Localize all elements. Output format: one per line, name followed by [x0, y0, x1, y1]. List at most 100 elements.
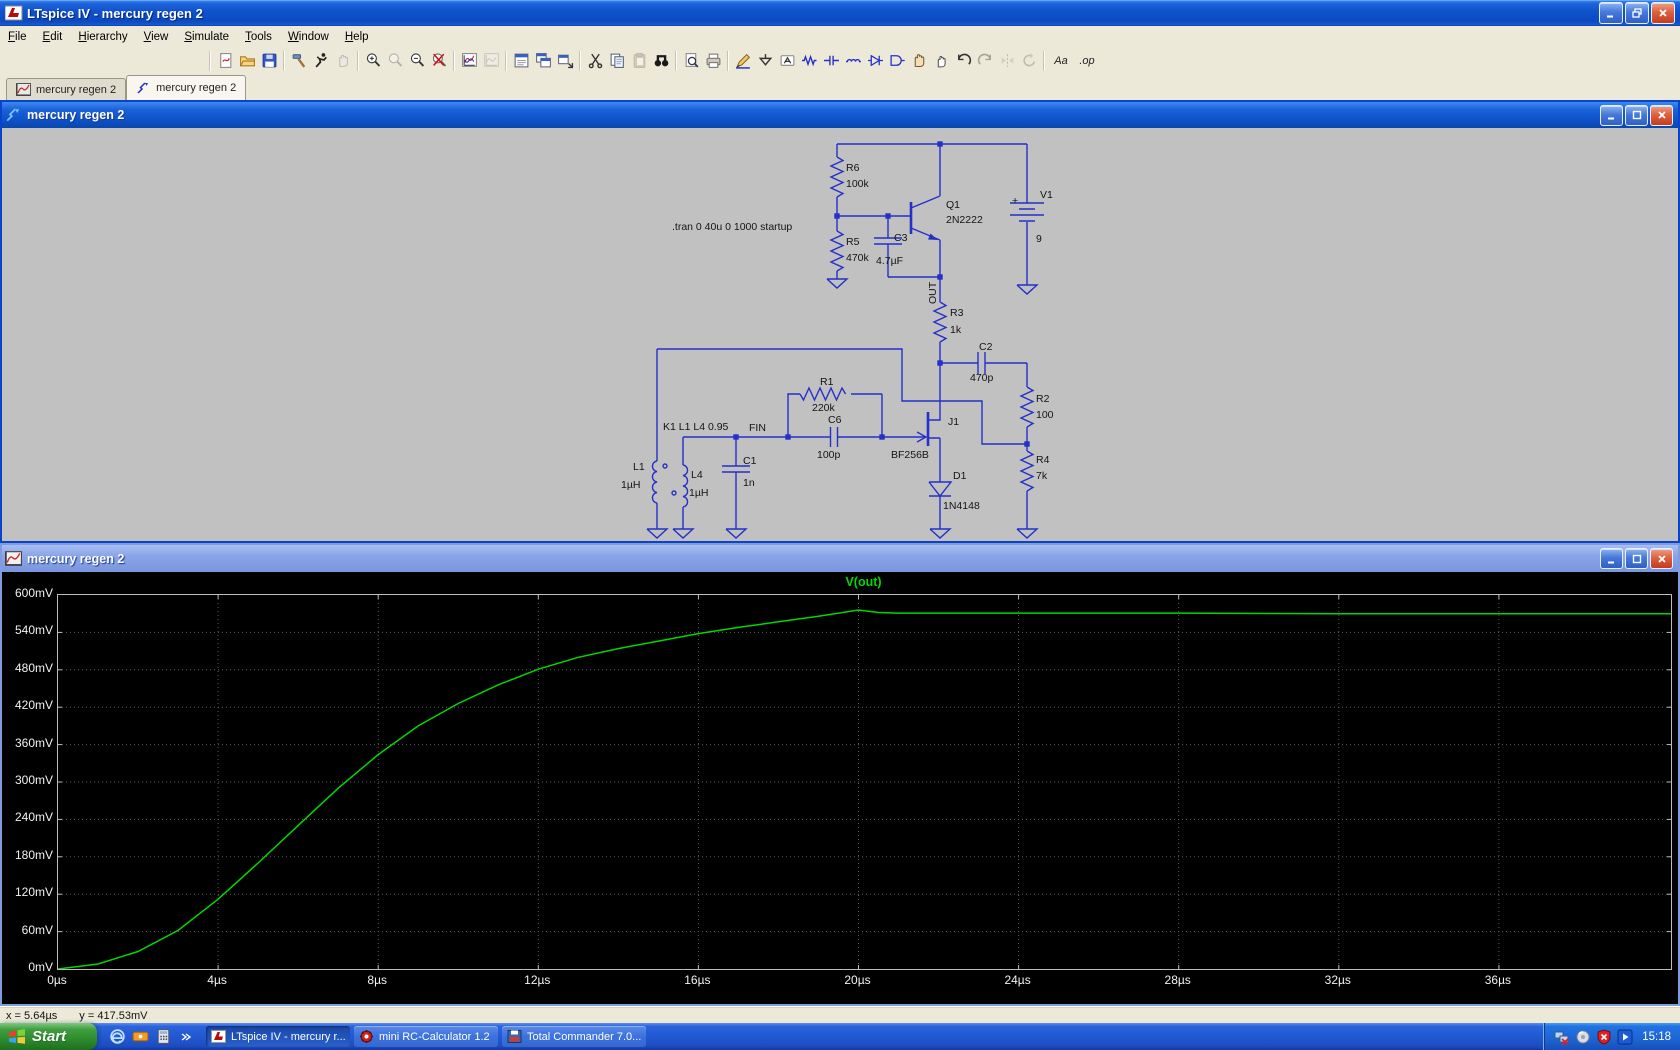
r2-ref-label[interactable]: R2	[1036, 393, 1050, 405]
c3-value-label[interactable]: 4.7µF	[876, 255, 903, 267]
r1-ref-label[interactable]: R1	[820, 376, 834, 388]
r4-value-label[interactable]: 7k	[1036, 470, 1048, 482]
diode-icon[interactable]	[864, 50, 886, 71]
schematic-drawing[interactable]: .tran 0 40u 0 1000 startup R6 100k R5 47…	[2, 128, 1678, 541]
close-button[interactable]	[1650, 548, 1673, 569]
r1-value-label[interactable]: 220k	[812, 402, 836, 414]
ground-icon[interactable]	[754, 50, 776, 71]
tab-schematic[interactable]: mercury regen 2	[126, 75, 246, 100]
media-player-icon[interactable]	[1617, 1029, 1633, 1045]
menu-hierarchy[interactable]: Hierarchy	[70, 29, 135, 45]
app-titlebar[interactable]: LTspice IV - mercury regen 2	[0, 0, 1680, 26]
redo-icon[interactable]	[974, 50, 996, 71]
taskbar-button-ltspice[interactable]: LTspice IV - mercury r...	[206, 1026, 350, 1047]
paste-icon[interactable]	[628, 50, 650, 71]
l4-value-label[interactable]: 1µH	[689, 487, 708, 499]
waveform-window-titlebar[interactable]: mercury regen 2	[2, 545, 1678, 572]
menu-edit[interactable]: Edit	[35, 29, 71, 45]
zoom-in-icon[interactable]	[362, 50, 384, 71]
security-alert-icon[interactable]	[1596, 1029, 1612, 1045]
quick-launch-overflow-chevron[interactable]	[180, 1031, 192, 1043]
draw-wire-icon[interactable]	[732, 50, 754, 71]
calculator-icon[interactable]	[155, 1028, 172, 1045]
net-label-out[interactable]: OUT	[927, 281, 939, 304]
print-preview-icon[interactable]	[680, 50, 702, 71]
spice-directive-icon[interactable]: .op	[1074, 55, 1100, 67]
j1-ref-label[interactable]: J1	[948, 416, 959, 428]
zoom-back-icon[interactable]	[384, 50, 406, 71]
l1-value-label[interactable]: 1µH	[621, 479, 640, 491]
menu-file[interactable]: File	[0, 29, 35, 45]
tile-windows-icon[interactable]	[554, 50, 576, 71]
c6-value-label[interactable]: 100p	[817, 449, 841, 461]
c6-ref-label[interactable]: C6	[828, 414, 842, 426]
trace-legend[interactable]: V(out)	[57, 575, 1670, 589]
minimize-button[interactable]	[1600, 105, 1623, 126]
plot-box[interactable]	[57, 594, 1672, 970]
r6-value-label[interactable]: 100k	[846, 178, 870, 190]
duplicate-window-icon[interactable]	[532, 50, 554, 71]
rotate-icon[interactable]	[1018, 50, 1040, 71]
schematic-window-titlebar[interactable]: mercury regen 2	[2, 102, 1678, 128]
taskbar-button-total-commander[interactable]: Total Commander 7.0...	[502, 1026, 646, 1047]
d1-value-label[interactable]: 1N4148	[943, 500, 980, 512]
d1-ref-label[interactable]: D1	[953, 470, 967, 482]
c3-ref-label[interactable]: C3	[894, 232, 908, 244]
r6-ref-label[interactable]: R6	[846, 162, 860, 174]
cut-icon[interactable]	[584, 50, 606, 71]
c2-value-label[interactable]: 470p	[970, 372, 994, 384]
text-tool-icon[interactable]: Aa	[1048, 55, 1074, 67]
close-button[interactable]	[1650, 105, 1673, 126]
v1-value-label[interactable]: 9	[1036, 233, 1042, 245]
undo-icon[interactable]	[952, 50, 974, 71]
c1-value-label[interactable]: 1n	[743, 477, 755, 489]
maximize-button[interactable]	[1625, 105, 1648, 126]
waveform-plot-area[interactable]: V(out) 0mV60mV120mV180mV240mV300mV360mV4…	[2, 572, 1678, 1004]
c2-ref-label[interactable]: C2	[979, 341, 993, 353]
taskbar-button-rc-calculator[interactable]: mini RC-Calculator 1.2	[354, 1026, 498, 1047]
control-panel-icon[interactable]	[288, 50, 310, 71]
l1-ref-label[interactable]: L1	[633, 461, 645, 473]
dvd-tool-icon[interactable]	[132, 1028, 149, 1045]
menu-simulate[interactable]: Simulate	[176, 29, 237, 45]
component-icon[interactable]	[886, 50, 908, 71]
inductor-icon[interactable]	[842, 50, 864, 71]
net-label-fin[interactable]: FIN	[749, 422, 766, 434]
r3-value-label[interactable]: 1k	[950, 324, 962, 336]
q1-value-label[interactable]: 2N2222	[946, 214, 983, 226]
menu-view[interactable]: View	[136, 29, 177, 45]
schematic-wiring[interactable]	[647, 141, 1044, 538]
restore-button[interactable]	[1625, 2, 1649, 24]
tray-clock[interactable]: 15:18	[1642, 1031, 1671, 1043]
zoom-out-icon[interactable]	[406, 50, 428, 71]
r2-value-label[interactable]: 100	[1036, 409, 1054, 421]
schematic-canvas[interactable]: .tran 0 40u 0 1000 startup R6 100k R5 47…	[2, 128, 1678, 541]
menu-help[interactable]: Help	[337, 29, 377, 45]
resistor-icon[interactable]	[798, 50, 820, 71]
start-button[interactable]: Start	[0, 1023, 97, 1050]
q1-ref-label[interactable]: Q1	[946, 199, 960, 211]
open-icon[interactable]	[236, 50, 258, 71]
drag-icon[interactable]	[908, 50, 930, 71]
menu-tools[interactable]: Tools	[237, 29, 280, 45]
c1-ref-label[interactable]: C1	[743, 455, 757, 467]
move-icon[interactable]	[930, 50, 952, 71]
spice-netlist-icon[interactable]	[510, 50, 532, 71]
l4-ref-label[interactable]: L4	[691, 469, 703, 481]
tab-waveform[interactable]: mercury regen 2	[6, 78, 126, 100]
internet-explorer-icon[interactable]	[109, 1028, 126, 1045]
plot-settings-icon[interactable]	[480, 50, 502, 71]
coupling-directive-text[interactable]: K1 L1 L4 0.95	[663, 421, 729, 433]
zoom-full-extents-icon[interactable]	[428, 50, 450, 71]
save-icon[interactable]	[258, 50, 280, 71]
r5-ref-label[interactable]: R5	[846, 236, 860, 248]
run-icon[interactable]	[310, 50, 332, 71]
close-button[interactable]	[1651, 2, 1675, 24]
net-label-icon[interactable]	[776, 50, 798, 71]
mirror-icon[interactable]	[996, 50, 1018, 71]
print-icon[interactable]	[702, 50, 724, 71]
halt-icon[interactable]	[332, 50, 354, 71]
minimize-button[interactable]	[1600, 548, 1623, 569]
find-icon[interactable]	[650, 50, 672, 71]
volume-device-icon[interactable]	[1575, 1029, 1591, 1045]
